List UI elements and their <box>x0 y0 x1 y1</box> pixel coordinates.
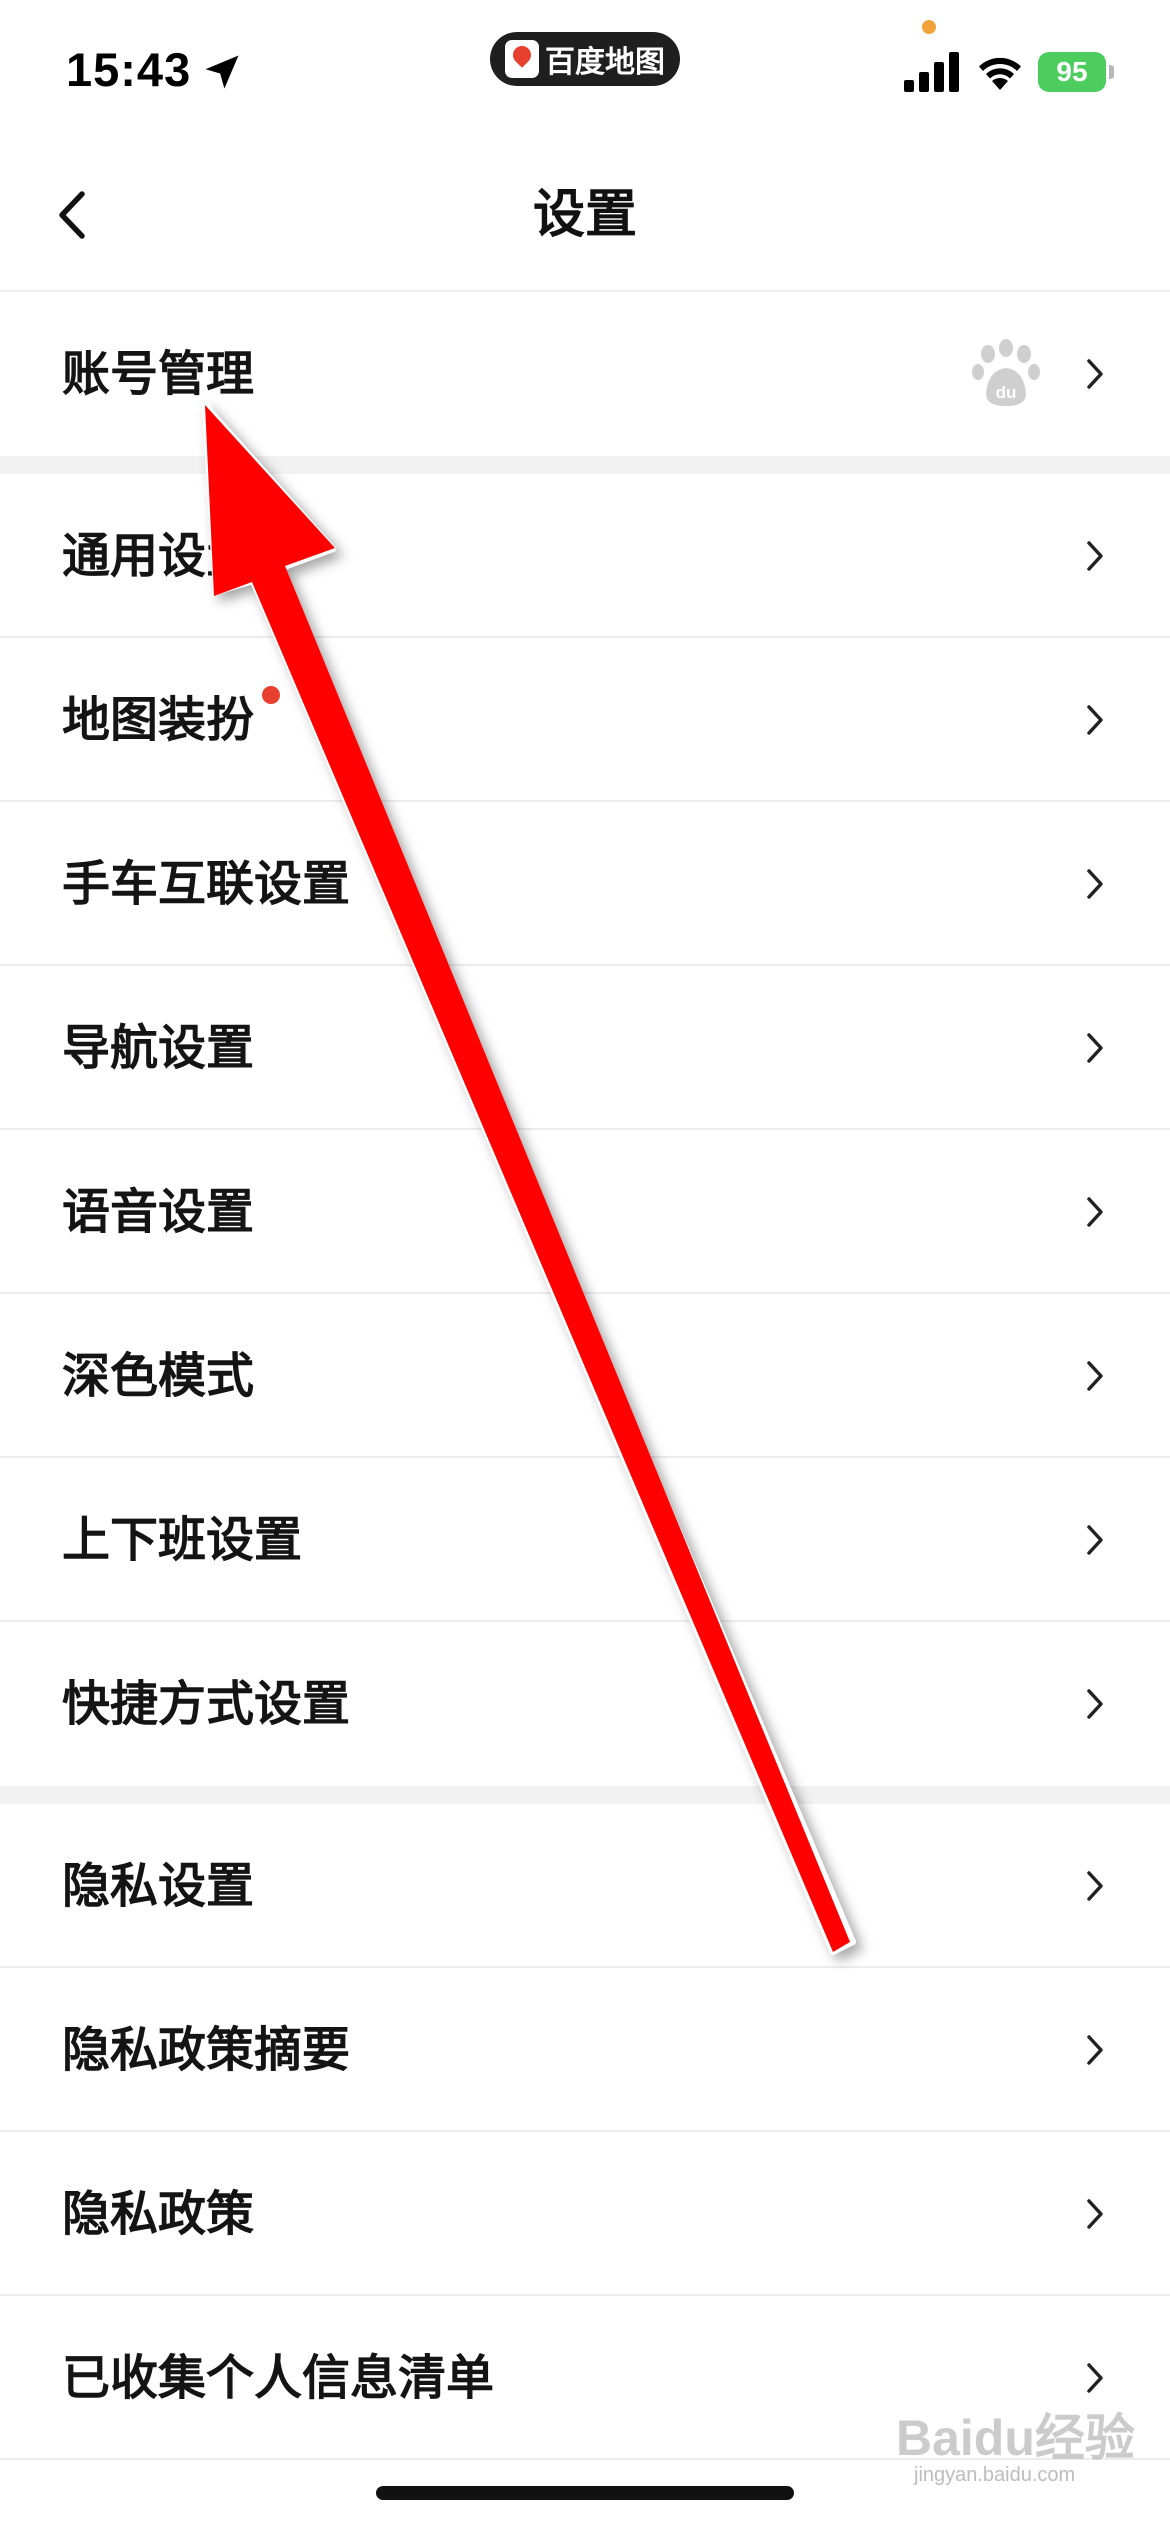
watermark-sub: jingyan.baidu.com <box>914 2464 1076 2486</box>
row-label: 手车互联设置 <box>62 856 351 912</box>
chevron-right-icon <box>1087 2199 1103 2229</box>
baidu-paw-icon: du <box>972 339 1040 406</box>
row-label: 语音设置 <box>62 1184 255 1240</box>
app-pill-label: 百度地图 <box>545 45 665 80</box>
settings-row-general[interactable]: 通用设置 <box>0 474 1170 638</box>
chevron-right-icon <box>1087 705 1103 735</box>
settings-row-privacy[interactable]: 隐私设置 <box>0 1804 1170 1968</box>
settings-row-privacy-policy[interactable]: 隐私政策 <box>0 2132 1170 2296</box>
baidu-map-logo-icon <box>505 40 539 78</box>
settings-row-voice[interactable]: 语音设置 <box>0 1130 1170 1294</box>
battery-cap <box>1109 65 1114 79</box>
page-title: 设置 <box>532 185 637 245</box>
settings-row-car-link[interactable]: 手车互联设置 <box>0 802 1170 966</box>
settings-row-commute[interactable]: 上下班设置 <box>0 1458 1170 1622</box>
chevron-right-icon <box>1087 541 1103 571</box>
wifi-icon <box>979 57 1021 90</box>
back-chevron-icon[interactable] <box>40 180 110 250</box>
row-label: 已收集个人信息清单 <box>62 2350 495 2406</box>
row-label: 快捷方式设置 <box>62 1676 351 1732</box>
cellular-signal-icon <box>904 52 959 92</box>
location-arrow-icon <box>205 55 239 89</box>
chevron-right-icon <box>1087 2363 1103 2393</box>
chevron-right-icon <box>1087 1525 1103 1555</box>
settings-row-dark-mode[interactable]: 深色模式 <box>0 1294 1170 1458</box>
group-divider <box>0 456 1170 474</box>
chevron-right-icon <box>1087 1689 1103 1719</box>
settings-row-shortcuts[interactable]: 快捷方式设置 <box>0 1622 1170 1786</box>
battery-level: 95 <box>1038 52 1106 92</box>
row-label: 通用设置 <box>62 528 255 584</box>
row-label: 隐私政策摘要 <box>62 2022 351 2078</box>
chevron-right-icon <box>1087 2035 1103 2065</box>
status-bar: 15:43 百度地图 95 <box>0 0 1170 140</box>
app-return-pill[interactable]: 百度地图 <box>490 32 680 86</box>
chevron-right-icon <box>1087 1361 1103 1391</box>
row-label: 深色模式 <box>62 1348 255 1404</box>
settings-row-privacy-summary[interactable]: 隐私政策摘要 <box>0 1968 1170 2132</box>
chevron-right-icon <box>1087 869 1103 899</box>
battery-indicator: 95 <box>1038 52 1114 92</box>
row-label: 隐私政策 <box>62 2186 255 2242</box>
settings-row-map-skin[interactable]: 地图装扮 <box>0 638 1170 802</box>
row-label: 上下班设置 <box>62 1512 303 1568</box>
group-divider <box>0 1786 1170 1804</box>
chevron-right-icon <box>1087 1033 1103 1063</box>
new-badge-dot <box>262 686 280 704</box>
home-indicator[interactable] <box>376 2486 794 2500</box>
watermark-main: Baidu经验 <box>896 2410 1135 2466</box>
svg-text:du: du <box>996 383 1017 402</box>
row-label: 隐私设置 <box>62 1858 255 1914</box>
chevron-right-icon <box>1087 1197 1103 1227</box>
nav-bar: 设置 <box>0 140 1170 292</box>
chevron-right-icon <box>1087 359 1103 389</box>
settings-row-account[interactable]: 账号管理 du <box>0 292 1170 456</box>
row-label: 账号管理 <box>62 346 255 402</box>
row-label: 导航设置 <box>62 1020 255 1076</box>
row-label: 地图装扮 <box>62 692 255 748</box>
settings-row-navigation[interactable]: 导航设置 <box>0 966 1170 1130</box>
status-time: 15:43 <box>66 43 192 96</box>
chevron-right-icon <box>1087 1871 1103 1901</box>
privacy-indicator-dot <box>922 20 936 34</box>
settings-list: 账号管理 du 通用设置 地图装扮 手车互联设置 导航设置 语音设置 深色模式 … <box>0 292 1170 2460</box>
watermark: Baidu经验 jingyan.baidu.com <box>896 2398 1135 2498</box>
